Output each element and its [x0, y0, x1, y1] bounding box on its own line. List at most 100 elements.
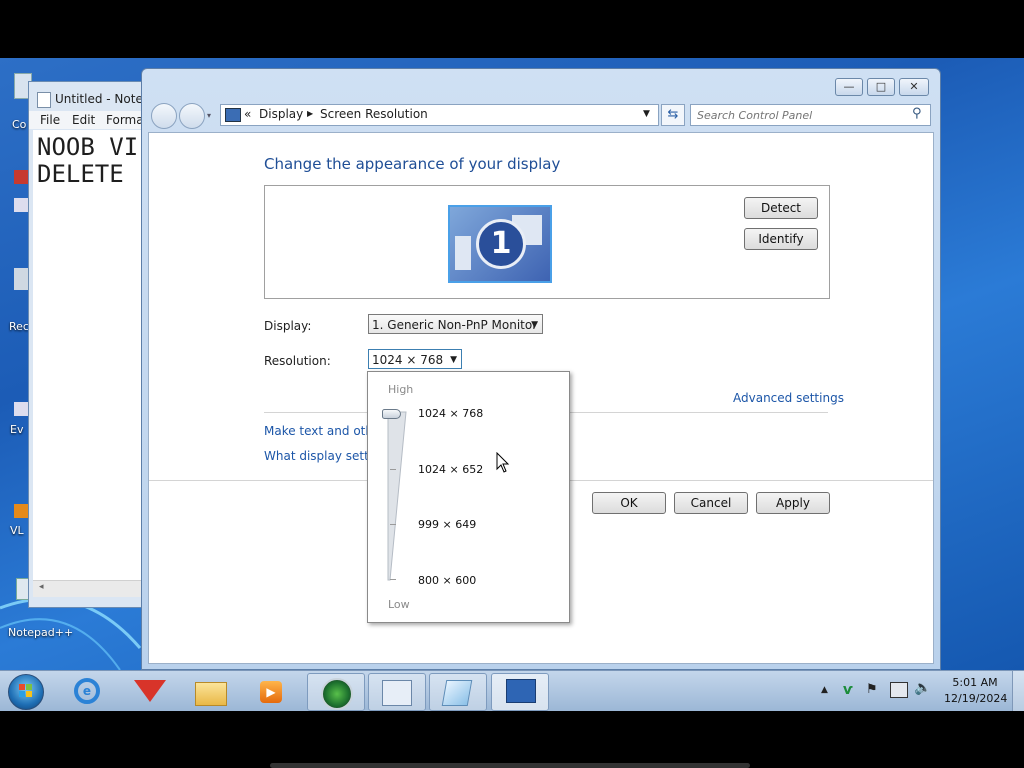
clock-date[interactable]: 12/19/2024	[944, 692, 1007, 705]
display-label: Display:	[264, 319, 312, 333]
resolution-option[interactable]: 1024 × 652	[418, 463, 483, 476]
volume-icon[interactable]: 🔈	[914, 680, 931, 696]
resolution-label: Resolution:	[264, 354, 331, 368]
logo-quad	[19, 684, 25, 690]
menu-format[interactable]: Forma	[106, 113, 144, 127]
taskbar-ie[interactable]: e	[60, 673, 116, 709]
monitor-panel: 1 Detect Identify	[264, 185, 830, 299]
slider-thumb[interactable]	[382, 409, 401, 419]
identify-button[interactable]: Identify	[744, 228, 818, 250]
logo-quad	[26, 691, 32, 697]
app-red-icon[interactable]	[14, 170, 28, 184]
monitor-1-icon[interactable]: 1	[448, 205, 552, 283]
desktop-icon-label: Rec	[9, 320, 29, 333]
advanced-settings-link[interactable]: Advanced settings	[733, 391, 844, 405]
maximize-button[interactable]: □	[867, 78, 895, 96]
breadcrumb-separator-icon[interactable]: ▶	[307, 109, 313, 118]
recycle-bin-icon[interactable]	[14, 268, 28, 290]
close-button[interactable]: ✕	[899, 78, 929, 96]
internet-explorer-icon: e	[74, 678, 100, 704]
search-box[interactable]: ⚲	[690, 104, 931, 126]
app-red-icon	[134, 680, 166, 702]
window-app-icon	[382, 680, 412, 706]
monitor-number: 1	[476, 219, 526, 269]
breadcrumb-display[interactable]: Display	[259, 107, 303, 121]
text-line: NOOB VI	[37, 133, 139, 161]
media-player-icon: ▶	[260, 681, 282, 703]
cancel-button[interactable]: Cancel	[674, 492, 748, 514]
show-desktop-button[interactable]	[1012, 671, 1024, 711]
breadcrumb-screen-resolution[interactable]: Screen Resolution	[320, 107, 428, 121]
vlc-icon[interactable]	[14, 504, 28, 518]
control-panel-icon	[506, 679, 536, 703]
notepad-menubar: File Edit Forma	[29, 111, 159, 129]
menu-file[interactable]: File	[40, 113, 60, 127]
taskbar-explorer[interactable]	[183, 673, 239, 709]
refresh-icon[interactable]: ⇆	[661, 104, 685, 126]
resolution-option[interactable]: 999 × 649	[418, 518, 476, 531]
detect-button[interactable]: Detect	[744, 197, 818, 219]
slider-tick	[390, 469, 396, 470]
tray-app-icon[interactable]: ѵ	[843, 682, 859, 698]
desktop-icon-label: VL	[10, 524, 24, 537]
resolution-option[interactable]: 1024 × 768	[418, 407, 483, 420]
desktop-icon-label: Ev	[10, 423, 24, 436]
apply-button[interactable]: Apply	[756, 492, 830, 514]
taskbar-control-panel[interactable]	[491, 673, 549, 711]
resolution-dropdown[interactable]: High Low 1024 × 768 1024 × 652 999 × 649…	[367, 371, 570, 623]
forward-button[interactable]	[179, 103, 205, 129]
slider-tick	[390, 579, 396, 580]
high-label: High	[388, 383, 414, 396]
recent-pages-chevron-icon[interactable]: ▾	[207, 111, 211, 120]
taskbar-red-app[interactable]	[122, 673, 178, 709]
address-dropdown-icon[interactable]: ▼	[643, 109, 650, 119]
search-input[interactable]	[695, 106, 904, 124]
logo-quad	[26, 684, 32, 690]
low-label: Low	[388, 598, 410, 611]
bottom-edge	[270, 763, 750, 768]
folder-icon	[195, 682, 227, 706]
ok-button[interactable]: OK	[592, 492, 666, 514]
search-icon[interactable]: ⚲	[912, 106, 922, 121]
action-center-flag-icon[interactable]: ⚑	[866, 682, 878, 697]
taskbar-window-app[interactable]	[368, 673, 426, 711]
browser-globe-icon	[321, 678, 353, 710]
notepad-text-area[interactable]: NOOB VI DELETE	[33, 130, 157, 580]
mouse-cursor-icon	[496, 452, 510, 473]
menu-edit[interactable]: Edit	[72, 113, 95, 127]
scroll-left-icon[interactable]: ◂	[39, 582, 44, 592]
shortcut-icon[interactable]	[14, 402, 28, 416]
resolution-select[interactable]: 1024 × 768 ▼	[368, 349, 462, 369]
horizontal-scrollbar[interactable]: ◂	[33, 580, 157, 597]
address-bar[interactable]: « Display ▶ Screen Resolution ▼	[220, 104, 659, 126]
taskbar: e ▶ ▲ ѵ ⚑ 🔈 5:01 AM 12/19/2024	[0, 670, 1024, 711]
breadcrumb-overflow[interactable]: «	[244, 107, 251, 121]
slider-track[interactable]	[384, 408, 412, 583]
resolution-option[interactable]: 800 × 600	[418, 574, 476, 587]
slider-tick	[390, 524, 396, 525]
control-panel-icon	[225, 108, 241, 122]
page-title: Change the appearance of your display	[264, 155, 561, 173]
back-button[interactable]	[151, 103, 177, 129]
display-select-value: 1. Generic Non-PnP Monitor	[372, 318, 538, 332]
resolution-select-value: 1024 × 768	[372, 353, 444, 367]
notepad-icon	[37, 92, 51, 108]
text-line: DELETE	[37, 160, 124, 188]
logo-quad	[19, 691, 25, 697]
chevron-down-icon: ▼	[531, 320, 538, 330]
windows-orb-icon[interactable]	[8, 674, 44, 710]
minimize-button[interactable]: —	[835, 78, 863, 96]
taskbar-browser[interactable]	[307, 673, 365, 711]
display-select[interactable]: 1. Generic Non-PnP Monitor ▼	[368, 314, 543, 334]
notepad-title: Untitled - Notep	[55, 92, 151, 106]
chevron-down-icon: ▼	[450, 355, 457, 365]
shortcut-icon[interactable]	[14, 198, 28, 212]
network-icon[interactable]	[890, 682, 908, 698]
monitor-preview-window	[455, 236, 471, 270]
taskbar-media-player[interactable]: ▶	[244, 673, 300, 709]
clock-time[interactable]: 5:01 AM	[944, 676, 1006, 689]
notepad-icon	[441, 680, 473, 706]
taskbar-notepad[interactable]	[429, 673, 487, 711]
desktop-icon-label: Notepad++	[8, 626, 74, 639]
show-hidden-icons-icon[interactable]: ▲	[821, 685, 828, 695]
